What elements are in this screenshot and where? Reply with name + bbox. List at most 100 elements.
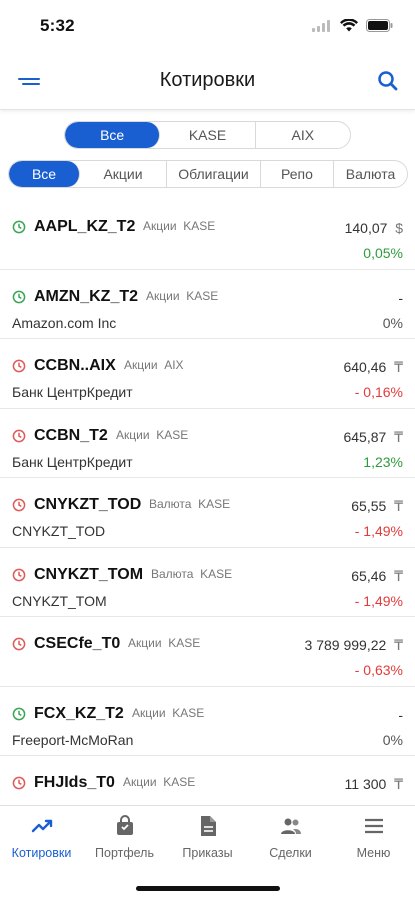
currency-symbol: ₸ (394, 637, 403, 653)
quote-exchange: KASE (186, 288, 219, 303)
quote-name: CNYKZT_TOD (12, 523, 106, 539)
search-icon[interactable] (375, 68, 401, 94)
quote-meta: Акции KASE (116, 428, 188, 442)
clock-icon (12, 429, 26, 442)
quote-type: Акции (123, 775, 157, 789)
quote-price-value: 65,46 (351, 567, 387, 584)
quote-meta: Акции AIX (124, 358, 184, 372)
quote-row[interactable]: AAPL_KZ_T2 Акции KASE 140,07 $0,05% (0, 200, 415, 270)
quote-price-value: 645,87 (343, 428, 387, 445)
currency-symbol: ₸ (394, 567, 403, 584)
quote-price-value: 3 789 999,22 (304, 637, 387, 653)
document-icon (200, 816, 216, 836)
quote-change: - 0,63% (354, 662, 403, 678)
quote-ticker: FHJIds_T0 (34, 774, 115, 791)
quote-change: - 1,49% (354, 592, 403, 609)
tab-menu-label: Меню (356, 846, 391, 860)
quotes-list: AAPL_KZ_T2 Акции KASE 140,07 $0,05% AMZN_KZ… (0, 200, 415, 805)
cellular-signal-icon (312, 19, 330, 32)
quote-price: - (398, 707, 403, 723)
page-title: Котировки (159, 69, 256, 91)
header: Котировки (0, 52, 415, 110)
status-icons (312, 19, 393, 32)
tab-quotes[interactable]: Котировки (0, 814, 83, 860)
quote-meta: Акции KASE (132, 706, 204, 720)
quote-exchange: KASE (183, 219, 216, 233)
currency-symbol: $ (395, 220, 403, 236)
quote-meta: Валюта KASE (149, 497, 230, 511)
tab-portfolio[interactable]: Портфель (83, 814, 166, 860)
quote-ticker: AMZN_KZ_T2 (34, 287, 139, 305)
quote-price-value: - (398, 706, 403, 723)
quote-type: Акции (124, 358, 158, 372)
quote-price-value: 640,46 (343, 359, 387, 375)
home-indicator (136, 886, 280, 891)
quote-price: 65,55 ₸ (351, 498, 403, 515)
quote-row[interactable]: FHJIds_T0 Акции KASE 11 300 ₸ (0, 756, 415, 805)
tab-quotes-label: Котировки (11, 846, 72, 860)
type-filter-currency[interactable]: Валюта (334, 161, 407, 187)
quote-type: Акции (143, 219, 177, 233)
type-filter-all[interactable]: Все (9, 161, 80, 187)
quote-price-value: 140,07 (344, 220, 388, 236)
quote-name: Банк ЦентрКредит (12, 384, 133, 400)
tab-orders[interactable]: Приказы (166, 814, 249, 860)
quote-type: Акции (128, 636, 162, 650)
quote-row[interactable]: CSECfe_T0 Акции KASE 3 789 999,22 ₸ - 0,63% (0, 617, 415, 687)
quote-meta: Акции KASE (143, 219, 215, 233)
quote-price: 645,87 ₸ (343, 429, 403, 446)
quote-exchange: AIX (164, 358, 184, 372)
quote-row[interactable]: CNYKZT_TOD Валюта KASE CNYKZT_TOD 65,55 ₸ - … (0, 478, 415, 548)
quote-price: 140,07 $ (345, 220, 403, 236)
people-icon (280, 818, 301, 834)
clock-icon (12, 359, 26, 373)
tab-deals-label: Сделки (269, 846, 312, 860)
clock-icon (12, 498, 26, 512)
quote-row[interactable]: CCBN..AIX Акции AIX Банк ЦентрКредит 640,46… (0, 339, 415, 409)
tab-deals[interactable]: Сделки (249, 814, 332, 860)
quote-exchange: KASE (200, 566, 233, 581)
quote-price: 65,46 ₸ (351, 568, 403, 585)
quote-row[interactable]: CNYKZT_TOM Валюта KASE CNYKZT_TOM 65,46 ₸ - … (0, 548, 415, 617)
quote-type: Валюта (151, 566, 194, 581)
clock-icon (12, 707, 26, 720)
quote-row[interactable]: FCX_KZ_T2 Акции KASE Freeport-McMoRan - 0% (0, 687, 415, 756)
bag-icon (116, 815, 133, 835)
quote-meta: Акции KASE (146, 289, 218, 303)
quote-type: Акции (116, 427, 150, 442)
tab-orders-label: Приказы (182, 846, 233, 860)
quote-row[interactable]: AMZN_KZ_T2 Акции KASE Amazon.com Inc - 0% (0, 270, 415, 339)
quote-price: 640,46 ₸ (343, 359, 403, 376)
quote-ticker: CCBN_T2 (34, 426, 108, 444)
quote-price-value: 11 300 (344, 776, 387, 792)
quote-exchange: KASE (168, 636, 201, 650)
quote-price: - (398, 290, 403, 306)
clock-icon (12, 568, 26, 581)
quote-change: - 0,16% (354, 384, 403, 400)
exchange-filter-aix[interactable]: AIX (256, 122, 350, 148)
status-time: 5:32 (40, 16, 75, 35)
currency-symbol: ₸ (394, 498, 403, 514)
tab-portfolio-label: Портфель (95, 846, 154, 860)
type-filter-repo[interactable]: Репо (261, 161, 334, 187)
quote-price: 11 300 ₸ (345, 776, 403, 793)
quote-price: 3 789 999,22 ₸ (305, 637, 403, 654)
type-filter-stocks[interactable]: Акции (80, 161, 167, 187)
quote-meta: Акции KASE (128, 636, 200, 650)
clock-icon (12, 220, 26, 234)
status-bar: 5:32 (0, 0, 415, 52)
quote-exchange: KASE (156, 427, 189, 442)
exchange-filter-kase[interactable]: KASE (160, 122, 256, 148)
tab-menu[interactable]: Меню (332, 814, 415, 860)
quote-type: Акции (132, 705, 166, 720)
quote-ticker: AAPL_KZ_T2 (34, 218, 136, 235)
clock-icon (12, 776, 26, 790)
type-filter-bonds[interactable]: Облигации (167, 161, 261, 187)
menu-icon (364, 818, 383, 834)
quote-meta: Акции KASE (123, 775, 195, 789)
exchange-filter-all[interactable]: Все (65, 122, 161, 148)
battery-icon (366, 19, 393, 32)
quote-row[interactable]: CCBN_T2 Акции KASE Банк ЦентрКредит 645,87 … (0, 409, 415, 478)
quote-name: Amazon.com Inc (12, 314, 117, 331)
quote-ticker: CNYKZT_TOM (34, 565, 144, 583)
